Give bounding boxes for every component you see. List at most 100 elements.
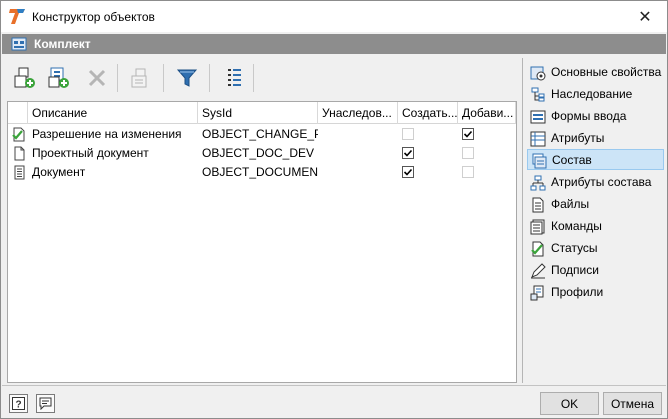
title-bar: Конструктор объектов ✕ — [1, 1, 667, 32]
ok-button[interactable]: OK — [540, 392, 599, 415]
cell-sysid: OBJECT_DOC_DEV — [202, 146, 315, 160]
sidebar-item-composition-attributes[interactable]: Атрибуты состава — [527, 172, 664, 193]
sidebar-item-label: Статусы — [551, 241, 598, 255]
create-checkbox[interactable] — [402, 147, 414, 159]
composition-table: Описание SysId Унаследов... Создать... Д… — [7, 101, 517, 383]
help-icon: ? — [12, 397, 25, 410]
add-object-from-set-button[interactable] — [43, 62, 75, 94]
sidebar-item-label: Наследование — [551, 87, 633, 101]
column-header-add[interactable]: Добави... — [458, 102, 516, 124]
sidebar-item-label: Атрибуты состава — [551, 175, 652, 189]
toolbar-separator — [117, 64, 118, 92]
properties-icon — [530, 66, 546, 81]
cell-inherited — [318, 125, 398, 144]
sidebar-item-attributes[interactable]: Атрибуты — [527, 128, 664, 149]
close-icon: ✕ — [638, 8, 652, 26]
delete-button[interactable] — [81, 62, 113, 94]
input-form-icon — [530, 110, 546, 124]
sidebar-item-label: Атрибуты — [551, 131, 605, 145]
checkmark-icon — [403, 149, 413, 157]
comment-icon — [39, 397, 52, 410]
create-checkbox[interactable] — [402, 128, 414, 140]
files-icon — [532, 197, 544, 213]
document-check-icon — [12, 127, 25, 142]
attributes-icon — [530, 131, 546, 147]
document-lines-icon — [14, 165, 25, 180]
cell-inherited — [318, 144, 398, 163]
footer-separator — [2, 385, 666, 386]
sidebar-item-signatures[interactable]: Подписи — [527, 260, 664, 281]
object-constructor-window: Конструктор объектов ✕ Комплект Описание… — [0, 0, 668, 419]
sidebar-item-main-properties[interactable]: Основные свойства — [527, 62, 664, 83]
cell-description: Документ — [32, 165, 86, 179]
sidebar-item-statuses[interactable]: Статусы — [527, 238, 664, 259]
sidebar-item-label: Файлы — [551, 197, 590, 211]
add-object-icon — [14, 67, 35, 88]
sidebar-item-commands[interactable]: Команды — [527, 216, 664, 237]
create-checkbox[interactable] — [402, 166, 414, 178]
column-header-create[interactable]: Создать... — [398, 102, 458, 124]
sidebar-item-label: Профили — [551, 285, 604, 299]
sidebar-item-label: Формы ввода — [551, 109, 627, 123]
copy-object-button[interactable] — [124, 62, 156, 94]
icon-column-header — [8, 102, 28, 124]
add-checkbox[interactable] — [462, 147, 474, 159]
filter-button[interactable] — [171, 62, 203, 94]
add-object-from-set-icon — [48, 67, 69, 88]
composition-icon — [532, 153, 547, 169]
sidebar-item-files[interactable]: Файлы — [527, 194, 664, 215]
sidebar-item-composition[interactable]: Состав — [527, 149, 664, 170]
checkmark-icon — [403, 168, 413, 176]
sidebar-item-label: Основные свойства — [551, 65, 662, 79]
statuses-icon — [531, 241, 544, 257]
cell-sysid: OBJECT_DOCUMENT — [202, 165, 318, 179]
copy-object-icon — [131, 68, 147, 88]
kit-icon — [11, 37, 27, 51]
sidebar-item-profiles[interactable]: Профили — [527, 282, 664, 303]
commands-icon — [530, 219, 545, 235]
sidebar-item-label: Состав — [552, 153, 592, 167]
toolbar-separator — [209, 64, 210, 92]
document-icon — [14, 146, 25, 161]
table-row[interactable]: Документ OBJECT_DOCUMENT — [8, 163, 516, 182]
window-title: Конструктор объектов — [32, 10, 155, 24]
panel-splitter[interactable] — [522, 58, 523, 383]
toolbar — [7, 60, 517, 96]
column-header-inherited[interactable]: Унаследов... — [318, 102, 398, 124]
cell-description: Проектный документ — [32, 146, 149, 160]
section-title: Комплект — [34, 37, 91, 51]
profiles-icon — [530, 285, 544, 301]
comment-button[interactable] — [36, 394, 55, 413]
cell-inherited — [318, 163, 398, 182]
toolbar-separator — [253, 64, 254, 92]
column-header-sysid[interactable]: SysId — [198, 102, 318, 124]
toolbar-separator — [163, 64, 164, 92]
sidebar-item-label: Подписи — [551, 263, 599, 277]
list-settings-icon — [228, 69, 241, 86]
inheritance-icon — [531, 87, 545, 102]
delete-icon — [88, 69, 106, 87]
cell-sysid: OBJECT_CHANGE_P... — [202, 127, 318, 141]
table-row[interactable]: Проектный документ OBJECT_DOC_DEV — [8, 144, 516, 163]
add-checkbox[interactable] — [462, 128, 474, 140]
filter-icon — [176, 69, 198, 87]
svg-text:?: ? — [15, 400, 21, 411]
close-button[interactable]: ✕ — [623, 1, 667, 32]
composition-attributes-icon — [530, 175, 546, 191]
checkmark-icon — [463, 130, 473, 138]
section-header: Комплект — [2, 34, 666, 54]
column-header-description[interactable]: Описание — [28, 102, 198, 124]
table-row[interactable]: Разрешение на изменения OBJECT_CHANGE_P.… — [8, 125, 516, 144]
add-checkbox[interactable] — [462, 166, 474, 178]
cancel-button[interactable]: Отмена — [603, 392, 662, 415]
app-logo-icon — [9, 9, 25, 24]
signatures-icon — [531, 263, 546, 279]
help-button[interactable]: ? — [9, 394, 28, 413]
add-object-button[interactable] — [9, 62, 41, 94]
list-settings-button[interactable] — [218, 62, 250, 94]
sidebar-item-label: Команды — [551, 219, 602, 233]
table-header: Описание SysId Унаследов... Создать... Д… — [8, 102, 516, 124]
cell-description: Разрешение на изменения — [32, 127, 182, 141]
sidebar-item-input-forms[interactable]: Формы ввода — [527, 106, 664, 127]
sidebar-item-inheritance[interactable]: Наследование — [527, 84, 664, 105]
